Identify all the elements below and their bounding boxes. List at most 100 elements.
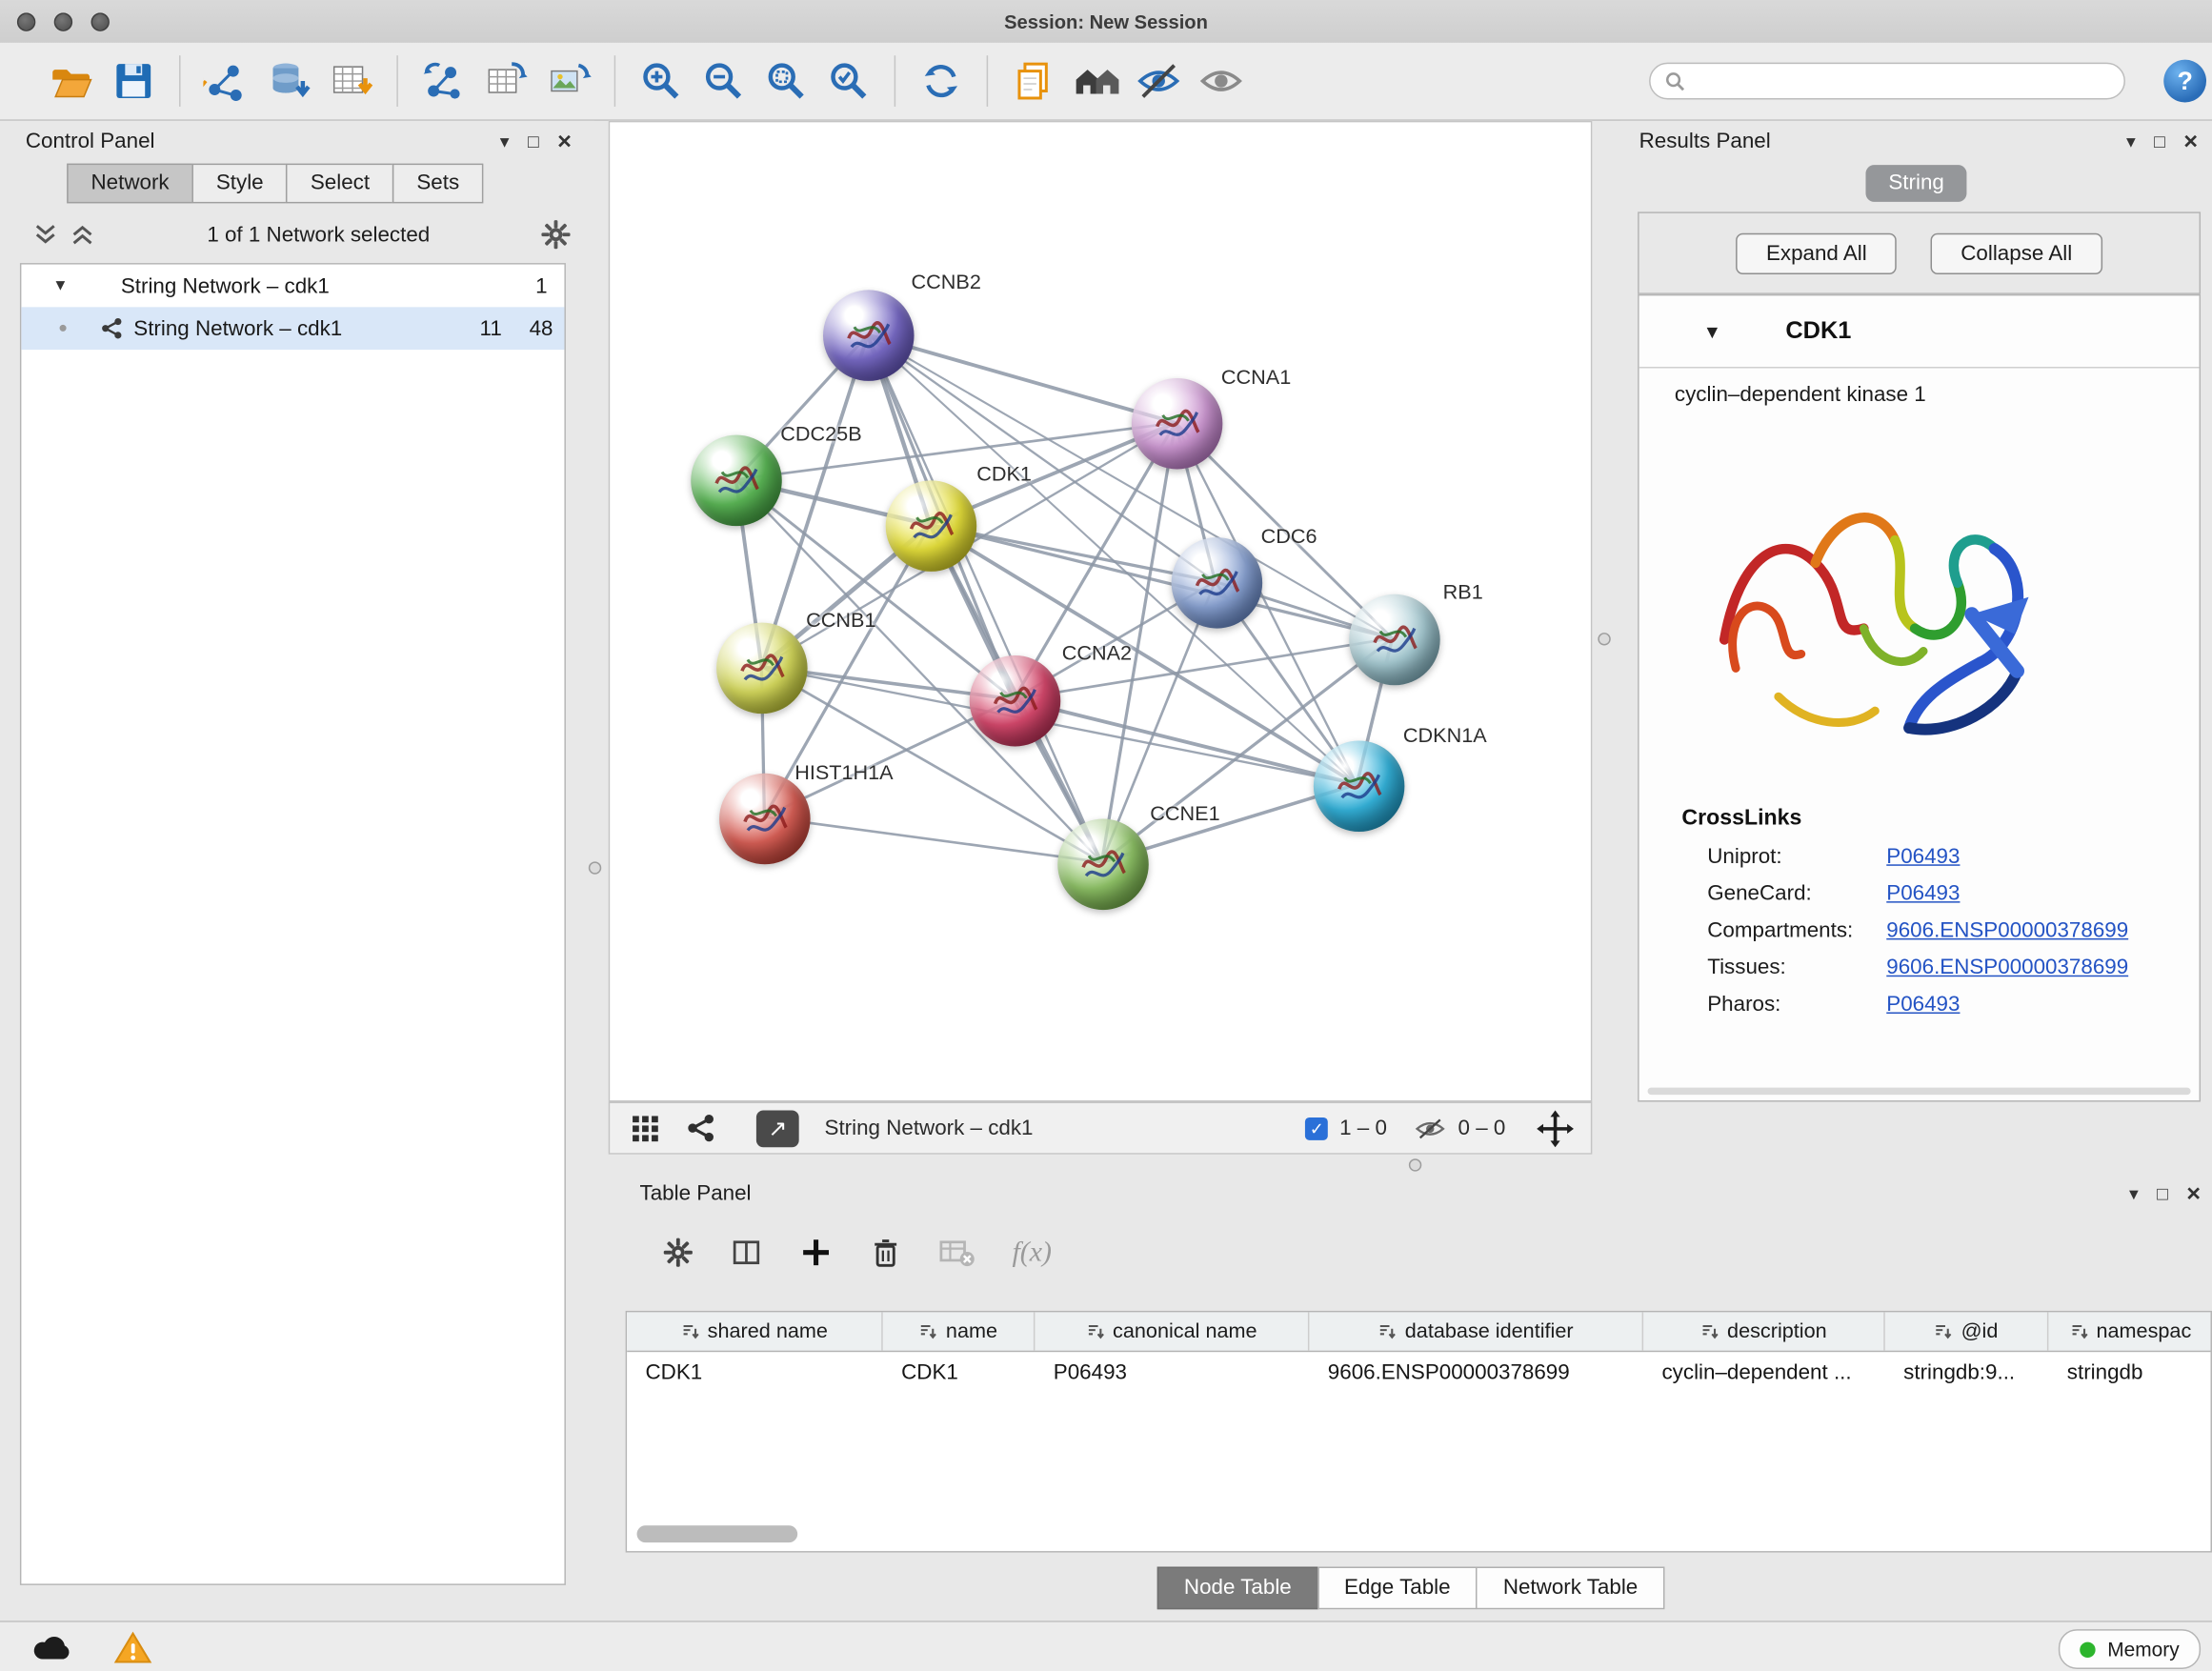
- table-panel-collapse-icon[interactable]: ▾: [2129, 1183, 2139, 1201]
- network-node-RB1[interactable]: [1349, 594, 1440, 686]
- column-header-database-identifier[interactable]: database identifier: [1309, 1312, 1643, 1350]
- table-cell[interactable]: P06493: [1035, 1359, 1309, 1383]
- crosslink-link[interactable]: 9606.ENSP00000378699: [1886, 918, 2128, 942]
- cloud-icon[interactable]: [31, 1632, 74, 1663]
- crosslink-link[interactable]: P06493: [1886, 881, 1960, 905]
- results-panel-float-icon[interactable]: □: [2154, 131, 2165, 150]
- network-node-CCNE1[interactable]: [1057, 819, 1149, 911]
- tab-edge-table[interactable]: Edge Table: [1317, 1567, 1478, 1610]
- collapse-all-networks-icon[interactable]: [31, 222, 60, 248]
- network-node-HIST1H1A[interactable]: [719, 774, 811, 865]
- selected-nodes-checkbox-icon[interactable]: ✓: [1305, 1117, 1328, 1139]
- crosslink-link[interactable]: P06493: [1886, 993, 1960, 1017]
- column-header-namespac[interactable]: namespac: [2048, 1312, 2212, 1350]
- network-node-CDC25B[interactable]: [691, 435, 782, 527]
- tab-style[interactable]: Style: [191, 164, 288, 204]
- network-node-CCNB2[interactable]: [823, 290, 915, 381]
- control-panel-collapse-icon[interactable]: ▾: [500, 131, 510, 150]
- results-panel-collapse-icon[interactable]: ▾: [2126, 131, 2136, 150]
- help-button[interactable]: ?: [2163, 60, 2206, 103]
- right-splitter-handle[interactable]: [1598, 633, 1610, 645]
- clone-network-icon[interactable]: [412, 50, 475, 112]
- gear-icon[interactable]: [540, 219, 572, 251]
- tree-expand-icon[interactable]: ▼: [52, 277, 68, 294]
- network-row-selected[interactable]: ● String Network – cdk1 11 48: [21, 307, 564, 350]
- expand-all-networks-icon[interactable]: [69, 222, 97, 248]
- import-table-file-icon[interactable]: [320, 50, 383, 112]
- column-header-name[interactable]: name: [883, 1312, 1036, 1350]
- tab-sets[interactable]: Sets: [392, 164, 484, 204]
- expand-all-button[interactable]: Expand All: [1737, 232, 1897, 273]
- network-collection-row[interactable]: ▼ String Network – cdk1 1: [21, 265, 564, 308]
- tab-string[interactable]: String: [1865, 165, 1966, 202]
- hide-annotations-icon[interactable]: [1127, 50, 1190, 112]
- table-cell[interactable]: stringdb: [2048, 1359, 2212, 1383]
- memory-button[interactable]: Memory: [2059, 1629, 2201, 1669]
- network-node-CCNA1[interactable]: [1132, 378, 1223, 470]
- import-network-database-icon[interactable]: [257, 50, 320, 112]
- tab-network-table[interactable]: Network Table: [1476, 1567, 1664, 1610]
- column-header-shared-name[interactable]: shared name: [627, 1312, 883, 1350]
- zoom-fit-icon[interactable]: [754, 50, 817, 112]
- zoom-selected-icon[interactable]: [817, 50, 880, 112]
- export-table-icon[interactable]: [474, 50, 537, 112]
- network-node-CCNB1[interactable]: [716, 623, 808, 715]
- table-cell[interactable]: cyclin–dependent ...: [1643, 1359, 1885, 1383]
- table-cell[interactable]: 9606.ENSP00000378699: [1309, 1359, 1643, 1383]
- window-close-button[interactable]: [17, 12, 35, 30]
- window-zoom-button[interactable]: [91, 12, 110, 30]
- save-session-icon[interactable]: [102, 50, 165, 112]
- copy-document-icon[interactable]: [1002, 50, 1065, 112]
- crosslink-link[interactable]: 9606.ENSP00000378699: [1886, 956, 2128, 979]
- network-canvas[interactable]: CCNB2CCNA1CDC25BCDK1CDC6RB1CCNB1CCNA2CDK…: [609, 121, 1593, 1102]
- tab-network[interactable]: Network: [67, 164, 193, 204]
- collapse-all-button[interactable]: Collapse All: [1931, 232, 2102, 273]
- network-node-CDKN1A[interactable]: [1314, 740, 1405, 832]
- table-cell[interactable]: CDK1: [627, 1359, 883, 1383]
- column-header--id[interactable]: @id: [1885, 1312, 2049, 1350]
- open-session-icon[interactable]: [40, 50, 103, 112]
- tab-node-table[interactable]: Node Table: [1157, 1567, 1319, 1610]
- zoom-out-icon[interactable]: [693, 50, 755, 112]
- results-scrollbar[interactable]: [1648, 1088, 2191, 1095]
- toolbar-search[interactable]: [1649, 63, 2125, 100]
- import-network-file-icon[interactable]: [194, 50, 257, 112]
- table-panel-float-icon[interactable]: □: [2157, 1183, 2168, 1201]
- show-annotations-icon[interactable]: [1190, 50, 1253, 112]
- export-image-icon[interactable]: [537, 50, 600, 112]
- column-header-canonical-name[interactable]: canonical name: [1035, 1312, 1309, 1350]
- results-panel-close-icon[interactable]: ×: [2183, 129, 2198, 152]
- left-splitter-handle[interactable]: [589, 861, 601, 874]
- network-node-CDK1[interactable]: [886, 480, 977, 572]
- table-cell[interactable]: CDK1: [883, 1359, 1036, 1383]
- tab-select[interactable]: Select: [287, 164, 394, 204]
- column-header-description[interactable]: description: [1643, 1312, 1885, 1350]
- string-share-icon[interactable]: [687, 1113, 716, 1142]
- node-table[interactable]: shared namenamecanonical namedatabase id…: [626, 1311, 2212, 1553]
- table-panel-close-icon[interactable]: ×: [2186, 1180, 2201, 1204]
- gear-icon[interactable]: [662, 1237, 694, 1268]
- fit-content-crosshair-icon[interactable]: [1537, 1110, 1574, 1147]
- window-minimize-button[interactable]: [54, 12, 72, 30]
- table-horizontal-scrollbar[interactable]: [637, 1525, 798, 1542]
- zoom-in-icon[interactable]: [630, 50, 693, 112]
- warning-icon[interactable]: [113, 1630, 151, 1664]
- bottom-splitter-handle[interactable]: [1409, 1158, 1421, 1171]
- gene-collapse-icon[interactable]: ▼: [1703, 321, 1721, 342]
- home-panels-icon[interactable]: [1065, 50, 1128, 112]
- control-panel-float-icon[interactable]: □: [528, 131, 539, 150]
- network-node-CDC6[interactable]: [1172, 537, 1263, 629]
- gene-header[interactable]: ▼ CDK1: [1639, 295, 2200, 368]
- show-columns-icon[interactable]: [731, 1237, 762, 1268]
- control-panel-close-icon[interactable]: ×: [557, 129, 572, 152]
- add-row-icon[interactable]: [799, 1236, 834, 1270]
- table-row[interactable]: CDK1CDK1P064939606.ENSP00000378699cyclin…: [627, 1352, 2210, 1392]
- table-cell[interactable]: stringdb:9...: [1885, 1359, 2049, 1383]
- delete-icon[interactable]: [870, 1237, 901, 1269]
- birdseye-view-icon[interactable]: [630, 1113, 661, 1144]
- refresh-layout-icon[interactable]: [910, 50, 973, 112]
- crosslink-link[interactable]: P06493: [1886, 844, 1960, 868]
- network-node-CCNA2[interactable]: [970, 655, 1061, 747]
- search-input[interactable]: [1695, 69, 2124, 92]
- open-in-new-window-icon[interactable]: ↗: [756, 1110, 799, 1147]
